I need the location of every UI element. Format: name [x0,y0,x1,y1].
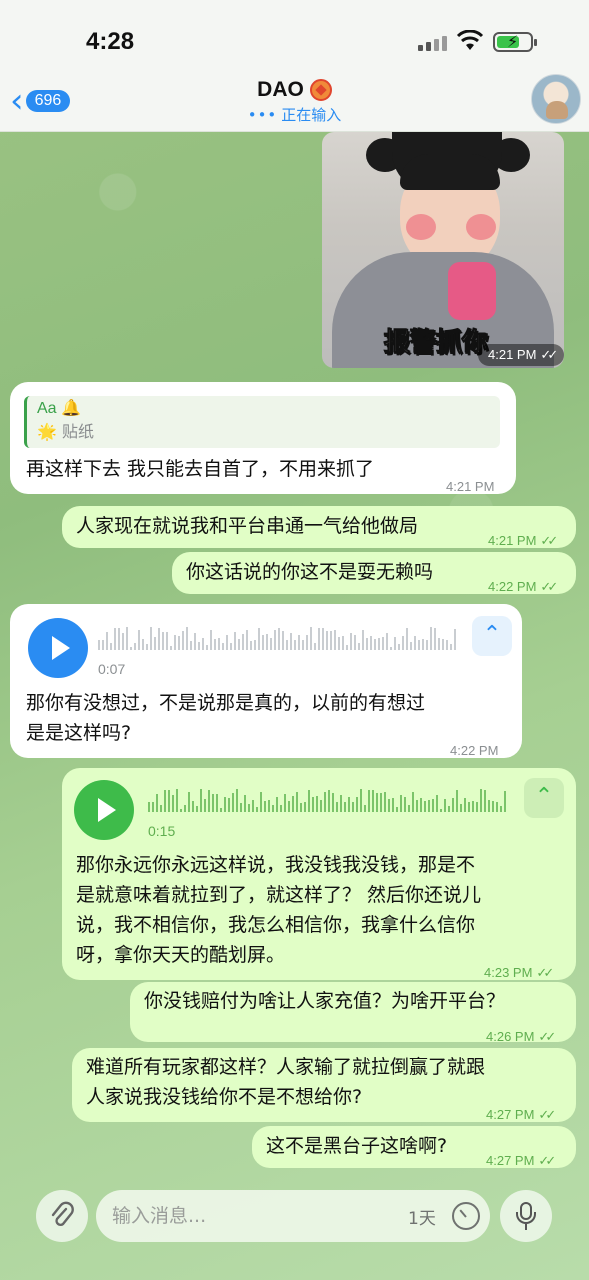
outgoing-message[interactable]: 人家现在就说我和平台串通一气给他做局 4:21 PM ✓✓ [62,506,576,549]
reply-author: Aa 🔔 [37,400,81,417]
incoming-message[interactable]: Aa 🔔 🌟 贴纸 再这样下去 我只能去自首了，不用来抓了 4:21 PM [10,382,516,494]
clock-time: 4:28 [86,28,135,55]
clock-icon[interactable] [452,1202,480,1230]
chat-title: DAO [257,78,332,102]
microphone-button[interactable] [500,1190,552,1242]
outgoing-message[interactable]: 你这话说的你这不是耍无赖吗 4:22 PM ✓✓ [172,552,576,595]
self-destruct-timer-label: 1天 [408,1209,436,1229]
emblem-icon [309,79,332,101]
transcript-line: 那你永远你永远这样说，我没钱我没钱，那是不 [76,854,476,876]
message-line: 难道所有玩家都这样？人家输了就拉倒赢了就跟 [86,1056,486,1078]
chat-header: ‹ 696 DAO ••• 正在输入 [0,74,589,132]
typing-dots-icon: ••• [247,106,278,124]
sticker-message[interactable]: 报警抓你 [322,132,564,368]
outgoing-message[interactable]: 难道所有玩家都这样？人家输了就拉倒赢了就跟 人家说我没钱给你不是不想给你? 4:… [72,1048,576,1123]
play-button[interactable] [74,780,134,840]
transcript-line: 说，我不相信你，我怎么相信你，我拿什么信你 [76,914,476,936]
voice-waveform[interactable] [148,786,506,812]
read-ticks-icon: ✓✓ [540,348,558,363]
typing-status: ••• 正在输入 [0,104,589,125]
voice-duration: 0:15 [148,823,176,839]
battery-charging-icon: ⚡ [493,32,537,52]
wifi-icon [456,30,484,50]
message-input-box[interactable]: 1天 [96,1190,490,1242]
paperclip-icon [51,1201,74,1227]
reply-text: 🌟 贴纸 [37,422,95,441]
play-button[interactable] [28,618,88,678]
outgoing-message[interactable]: 这不是黑台子这啥啊? 4:27 PM ✓✓ [252,1126,576,1169]
voice-transcript: 那你有没想过，不是说那是真的，以前的有想过 是是这样吗? [26,688,425,748]
message-time: 4:22 PM ✓✓ [488,579,558,595]
voice-transcript: 那你永远你永远这样说，我没钱我没钱，那是不 是就意味着就拉到了，就这样了？ 然后… [76,850,481,970]
message-text: 再这样下去 我只能去自首了，不用来抓了 [26,458,375,480]
transcript-line: 是就意味着就拉到了，就这样了？ 然后你还说儿 [76,884,482,906]
message-text: 人家现在就说我和平台串通一气给他做局 [76,515,419,537]
reply-quote[interactable]: Aa 🔔 🌟 贴纸 [24,396,500,448]
message-line: 人家说我没钱给你不是不想给你? [86,1086,363,1108]
transcript-toggle-button[interactable]: ⌃ [524,778,564,818]
transcript-toggle-button[interactable]: ⌃ [472,616,512,656]
message-text: 这不是黑台子这啥啊? [266,1135,448,1157]
message-input[interactable] [112,1202,382,1230]
read-ticks-icon: ✓✓ [540,580,558,595]
message-text: 你没钱赔付为啥让人家充值？为啥开平台？ [144,990,506,1012]
outgoing-message[interactable]: 你没钱赔付为啥让人家充值？为啥开平台？ 4:26 PM ✓✓ [130,982,576,1045]
message-time: 4:27 PM ✓✓ [486,1153,556,1169]
transcript-line: 呀，拿你天天的酷划屏。 [76,944,286,966]
contact-avatar[interactable] [531,74,581,124]
status-bar: 4:28 ⚡ [0,0,589,82]
sticker-caption: 报警抓你 [383,328,489,359]
message-time: 4:21 PM [446,479,495,494]
message-time: 4:22 PM [450,743,499,758]
read-ticks-icon: ✓✓ [536,966,554,981]
cellular-signal-icon [418,36,447,51]
voice-waveform[interactable] [98,624,456,650]
read-ticks-icon: ✓✓ [538,1108,556,1123]
transcript-line: 那你有没想过，不是说那是真的，以前的有想过 [26,692,426,714]
message-text: 你这话说的你这不是耍无赖吗 [186,561,434,583]
voice-duration: 0:07 [98,661,126,677]
incoming-voice-message: 0:07 ⌃ 那你有没想过，不是说那是真的，以前的有想过 是是这样吗? 4:22… [10,604,522,758]
outgoing-voice-message: 0:15 ⌃ 那你永远你永远这样说，我没钱我没钱，那是不 是就意味着就拉到了，就… [62,768,576,981]
attach-button[interactable] [36,1190,88,1242]
read-ticks-icon: ✓✓ [538,1030,556,1045]
read-ticks-icon: ✓✓ [540,534,558,549]
contact-name: DAO [257,78,304,101]
message-text: 难道所有玩家都这样？人家输了就拉倒赢了就跟 人家说我没钱给你不是不想给你? [86,1052,485,1112]
transcript-line: 是是这样吗? [26,722,132,744]
typing-status-text: 正在输入 [281,106,342,124]
message-time: 4:21 PM ✓✓ [478,344,565,366]
read-ticks-icon: ✓✓ [538,1154,556,1169]
chat-title-area[interactable]: DAO ••• 正在输入 [0,78,589,125]
